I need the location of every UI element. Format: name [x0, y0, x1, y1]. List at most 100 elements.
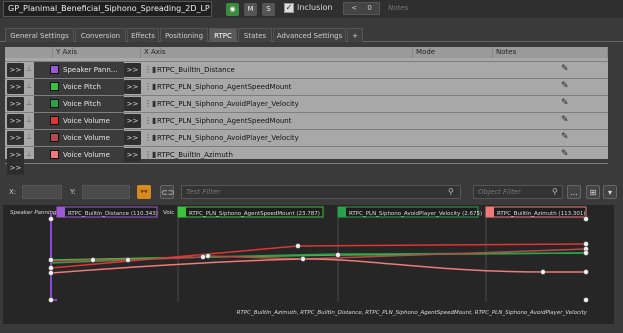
notes-field[interactable]: Notes	[384, 2, 620, 15]
chain-link-icon[interactable]: ⊂⊃	[160, 185, 174, 199]
edit-notes-icon[interactable]: ✎	[561, 98, 569, 108]
object-name-field[interactable]: GP_Planimal_Beneficial_Siphono_Spreading…	[3, 1, 212, 17]
rtpc-row[interactable]: >> ⊥ Voice Volume >> ⋮▮ RTPC_PLN_Siphono…	[5, 112, 608, 129]
x-axis-cell[interactable]: ⋮▮ RTPC_PLN_Siphono_AvoidPlayer_Velocity	[142, 130, 299, 146]
expand-button[interactable]: >>	[124, 148, 141, 162]
rtpc-row[interactable]: >> ⊥ Speaker Pann... >> ⋮▮ RTPC_BuiltIn_…	[5, 61, 608, 78]
test-filter-input[interactable]: Test Filter	[181, 185, 461, 199]
x-axis-cell[interactable]: ⋮▮ RTPC_BuiltIn_Azimuth	[142, 147, 272, 163]
control-point[interactable]	[48, 257, 54, 263]
object-filter-input[interactable]: Object Filter	[473, 185, 563, 199]
edit-notes-icon[interactable]: ✎	[561, 149, 569, 159]
grid-header-x-axis[interactable]: X Axis	[141, 47, 413, 58]
x-axis-label: RTPC_BuiltIn_Distance	[157, 66, 235, 74]
x-axis-cell[interactable]: ⋮▮ RTPC_PLN_Siphono_AvoidPlayer_Velocity	[142, 96, 299, 112]
inclusion-checkbox[interactable]: ✓	[284, 3, 294, 13]
control-point[interactable]	[200, 254, 206, 260]
grid-header-mode[interactable]: Mode	[413, 47, 493, 58]
y-coordinate-field[interactable]	[82, 185, 130, 199]
search-icon[interactable]: ⚲	[552, 187, 558, 196]
y-axis-cell[interactable]: ⊥ Voice Pitch	[26, 79, 124, 95]
tab-add[interactable]: +	[347, 28, 363, 42]
tab-states[interactable]: States	[238, 28, 272, 42]
expand-button[interactable]: >>	[124, 63, 141, 77]
control-point[interactable]	[48, 297, 54, 303]
x-axis-cell[interactable]: ⋮▮ RTPC_BuiltIn_Distance	[142, 62, 272, 78]
pin-icon[interactable]: ⊥	[26, 65, 34, 74]
expand-button[interactable]: >>	[124, 97, 141, 111]
link-curves-icon[interactable]: ⚯	[137, 185, 151, 199]
y-axis-cell[interactable]: ⊥ Voice Volume	[26, 113, 124, 129]
more-options-button[interactable]: ...	[567, 185, 581, 199]
wwise-object-icon[interactable]: ◉	[226, 3, 239, 16]
control-point[interactable]	[335, 252, 341, 258]
pin-icon[interactable]: ⊥	[26, 99, 34, 108]
control-point[interactable]	[583, 241, 589, 247]
control-point[interactable]	[300, 256, 306, 262]
control-point[interactable]	[205, 253, 211, 259]
expand-button[interactable]: >>	[7, 97, 24, 111]
rtpc-row[interactable]: >> ⊥ Voice Volume >> ⋮▮ RTPC_PLN_Siphono…	[5, 129, 608, 146]
y-axis-label: Voice Volume	[63, 117, 110, 125]
control-point[interactable]	[90, 257, 96, 263]
y-axis-label: Voice Volume	[63, 151, 110, 159]
grid-header-y-axis[interactable]: Y Axis	[53, 47, 141, 58]
y-axis-cell[interactable]: ⊥ Voice Volume	[26, 130, 124, 146]
expand-button[interactable]: >>	[124, 80, 141, 94]
expand-button[interactable]: >>	[7, 148, 24, 162]
references-button[interactable]: < 0	[343, 2, 380, 15]
tab-advanced-settings[interactable]: Advanced Settings	[273, 28, 346, 42]
control-point[interactable]	[48, 265, 54, 271]
search-icon[interactable]: ⚲	[448, 187, 454, 196]
edit-notes-icon[interactable]: ✎	[561, 81, 569, 91]
curve-graph-svg[interactable]: RTPC_BuiltIn_Distance (110.343) RTPC_PLN…	[3, 205, 614, 324]
pin-icon[interactable]: ⊥	[26, 116, 34, 125]
grid-header-notes[interactable]: Notes	[493, 47, 608, 58]
y-axis-label: Speaker Pann...	[63, 66, 118, 74]
rtpc-curve-graph[interactable]: RTPC_BuiltIn_Distance (110.343) RTPC_PLN…	[3, 205, 614, 324]
pin-icon[interactable]: ⊥	[26, 150, 34, 159]
expand-button[interactable]: >>	[7, 63, 24, 77]
x-coordinate-field[interactable]	[22, 185, 62, 199]
y-axis-cell[interactable]: ⊥ Voice Volume	[26, 147, 124, 163]
expand-button[interactable]: >>	[7, 114, 24, 128]
rtpc-row[interactable]: >> ⊥ Voice Pitch >> ⋮▮ RTPC_PLN_Siphono_…	[5, 78, 608, 95]
control-point[interactable]	[125, 257, 131, 263]
control-point[interactable]	[48, 216, 54, 222]
pin-icon[interactable]: ⊥	[26, 133, 34, 142]
x-axis-cell[interactable]: ⋮▮ RTPC_PLN_Siphono_AgentSpeedMount	[142, 113, 291, 129]
control-point[interactable]	[540, 269, 546, 275]
edit-notes-icon[interactable]: ✎	[561, 115, 569, 125]
rtpc-row[interactable]: >> ⊥ Voice Volume >> ⋮▮ RTPC_BuiltIn_Azi…	[5, 146, 608, 163]
mute-button[interactable]: M	[244, 3, 257, 16]
control-point[interactable]	[583, 269, 589, 275]
pin-icon[interactable]: ⊥	[26, 82, 34, 91]
solo-button[interactable]: S	[262, 3, 275, 16]
edit-notes-icon[interactable]: ✎	[561, 64, 569, 74]
tab-rtpc[interactable]: RTPC	[209, 28, 237, 42]
tab-positioning[interactable]: Positioning	[160, 28, 208, 42]
graph-left-label-truncated: Voic	[163, 210, 174, 216]
tab-effects[interactable]: Effects	[127, 28, 159, 42]
tab-conversion[interactable]: Conversion	[75, 28, 126, 42]
control-point[interactable]	[295, 243, 301, 249]
y-axis-cell[interactable]: ⊥ Speaker Pann...	[26, 62, 124, 78]
tab-general-settings[interactable]: General Settings	[5, 28, 74, 42]
expand-button[interactable]: >>	[124, 131, 141, 145]
expand-button[interactable]: >>	[7, 131, 24, 145]
rtpc-row[interactable]: >> ⊥ Voice Pitch >> ⋮▮ RTPC_PLN_Siphono_…	[5, 95, 608, 112]
graph-view-icon[interactable]: ⊞	[586, 185, 600, 199]
edit-notes-icon[interactable]: ✎	[561, 132, 569, 142]
x-axis-cell[interactable]: ⋮▮ RTPC_PLN_Siphono_AgentSpeedMount	[142, 79, 291, 95]
expand-button[interactable]: >>	[124, 114, 141, 128]
control-point[interactable]	[583, 216, 589, 222]
expand-button[interactable]: >>	[7, 80, 24, 94]
graph-settings-icon[interactable]: ▾	[603, 185, 617, 199]
rtpc-row-empty[interactable]	[5, 163, 608, 164]
y-axis-cell[interactable]: ⊥ Voice Pitch	[26, 96, 124, 112]
control-point[interactable]	[583, 250, 589, 256]
control-point[interactable]	[583, 297, 589, 303]
add-rtpc-expand-button[interactable]: >>	[7, 161, 24, 175]
control-point[interactable]	[48, 270, 54, 276]
share-icon: <	[351, 4, 358, 12]
